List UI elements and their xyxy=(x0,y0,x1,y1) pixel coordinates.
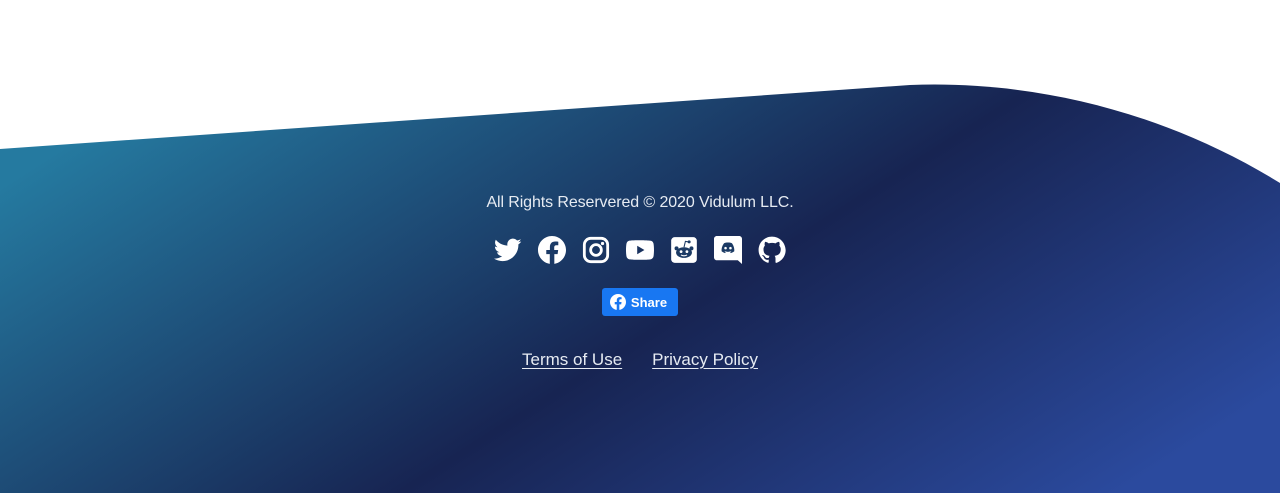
instagram-link[interactable] xyxy=(582,236,610,264)
legal-links: Terms of Use Privacy Policy xyxy=(0,348,1280,372)
youtube-link[interactable] xyxy=(626,236,654,264)
facebook-icon xyxy=(609,294,626,310)
twitter-icon xyxy=(494,238,522,262)
terms-of-use-link[interactable]: Terms of Use xyxy=(522,348,622,372)
facebook-icon xyxy=(538,236,566,264)
share-container: Share xyxy=(0,288,1280,316)
discord-link[interactable] xyxy=(714,236,742,264)
github-link[interactable] xyxy=(758,236,786,264)
reddit-icon xyxy=(671,237,697,263)
facebook-link[interactable] xyxy=(538,236,566,264)
youtube-icon xyxy=(626,240,654,260)
reddit-link[interactable] xyxy=(670,236,698,264)
discord-icon xyxy=(714,236,742,264)
page: All Rights Reservered © 2020 Vidulum LLC… xyxy=(0,0,1280,493)
facebook-share-button[interactable]: Share xyxy=(601,288,679,316)
twitter-link[interactable] xyxy=(494,236,522,264)
privacy-policy-link[interactable]: Privacy Policy xyxy=(652,348,758,372)
footer: All Rights Reservered © 2020 Vidulum LLC… xyxy=(0,0,1280,493)
social-links xyxy=(0,236,1280,264)
share-button-label: Share xyxy=(630,294,668,310)
instagram-icon xyxy=(582,236,610,264)
copyright-text: All Rights Reservered © 2020 Vidulum LLC… xyxy=(486,194,794,211)
github-icon xyxy=(758,236,786,263)
